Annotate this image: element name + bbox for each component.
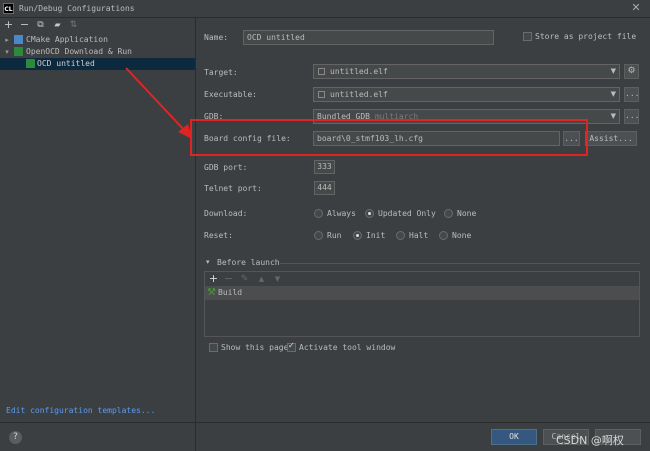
target-label: Target: [204,68,238,77]
close-icon[interactable]: ✕ [629,1,643,15]
before-launch-item-build[interactable]: ⚒ Build [205,286,639,300]
executable-select[interactable]: untitled.elf ▼ [313,87,620,102]
tree-item-label: CMake Application [26,35,108,44]
folder-icon[interactable]: ▰ [51,18,64,32]
target-select[interactable]: untitled.elf ▼ [313,64,620,79]
assist-button[interactable]: Assist... [585,131,637,146]
chevron-down-icon[interactable]: ▾ [3,46,11,58]
add-icon[interactable]: + [2,18,15,32]
before-launch-title: Before launch [217,258,280,267]
tree-item-openocd[interactable]: ▾ OpenOCD Download & Run [0,46,195,58]
reset-init-label: Init [366,231,386,240]
remove-icon[interactable]: − [18,18,31,32]
openocd-icon [14,47,23,56]
chevron-down-icon: ▼ [610,90,616,98]
edit-icon[interactable]: ✎ [238,272,251,286]
settings-button[interactable]: ⚙ [624,64,639,79]
show-page-checkbox[interactable] [209,343,218,352]
gdb-browse-button[interactable]: ... [624,109,639,124]
activate-window-checkbox[interactable] [287,341,296,352]
copy-icon[interactable]: ⧉ [34,18,47,32]
download-updated-label: Updated Only [378,209,436,218]
executable-label: Executable: [204,90,257,99]
reset-init-radio[interactable] [353,231,362,240]
name-label: Name: [204,33,229,42]
gdb-port-field[interactable]: 333 [314,160,335,174]
tree-item-cmake-application[interactable]: ▸ CMake Application [0,34,195,46]
tree-toolbar: + − ⧉ ▰ ⇅ [0,18,195,33]
cmake-icon [14,35,23,44]
telnet-port-label: Telnet port: [204,184,262,193]
hammer-icon: ⚒ [207,287,216,298]
reset-halt-radio[interactable] [396,231,405,240]
reset-run-label: Run [327,231,342,240]
tree-item-label: OpenOCD Download & Run [26,47,132,56]
add-icon[interactable]: + [207,272,220,286]
show-page-label: Show this page [221,343,289,352]
openocd-icon [26,59,35,68]
chevron-right-icon[interactable]: ▸ [3,34,11,46]
chevron-down-icon: ▼ [610,112,616,120]
download-updated-radio[interactable] [365,209,374,218]
gear-icon: ⚙ [627,66,636,76]
executable-value: untitled.elf [330,90,388,99]
activate-window-label: Activate tool window [299,343,396,352]
download-none-radio[interactable] [444,209,453,218]
store-project-label: Store as project file [535,32,637,41]
reset-halt-label: Halt [409,231,429,240]
telnet-port-field[interactable]: 444 [314,181,335,195]
divider [280,263,640,264]
download-always-label: Always [327,209,356,218]
gdb-port-label: GDB port: [204,163,248,172]
tree-item-label: OCD untitled [37,59,95,68]
download-none-label: None [457,209,477,218]
annotation-highlight-box [190,119,588,156]
reset-none-radio[interactable] [439,231,448,240]
target-value: untitled.elf [330,67,388,76]
ok-button[interactable]: OK [491,429,537,445]
download-label: Download: [204,209,248,218]
file-icon [318,91,325,98]
chevron-down-icon: ▼ [610,67,616,75]
move-up-icon[interactable]: ▲ [255,272,268,286]
executable-browse-button[interactable]: ... [624,87,639,102]
remove-icon[interactable]: − [222,272,235,286]
name-field[interactable]: OCD untitled [243,30,494,45]
divider [0,422,650,423]
chevron-down-icon[interactable]: ▾ [206,258,210,266]
clion-app-icon: CL [3,3,14,14]
edit-templates-link[interactable]: Edit configuration templates... [6,406,155,415]
window-title: Run/Debug Configurations [19,4,135,13]
before-launch-item-label: Build [218,288,243,297]
move-down-icon[interactable]: ▼ [271,272,284,286]
store-project-checkbox[interactable] [523,32,532,41]
file-icon [318,68,325,75]
help-icon[interactable]: ? [9,431,22,444]
reset-label: Reset: [204,231,233,240]
sort-icon[interactable]: ⇅ [67,18,80,32]
annotation-arrow [125,67,192,139]
watermark: CSDN @啊权 [556,434,624,447]
download-always-radio[interactable] [314,209,323,218]
reset-run-radio[interactable] [314,231,323,240]
reset-none-label: None [452,231,472,240]
before-launch-toolbar: + − ✎ ▲ ▼ [205,272,639,285]
